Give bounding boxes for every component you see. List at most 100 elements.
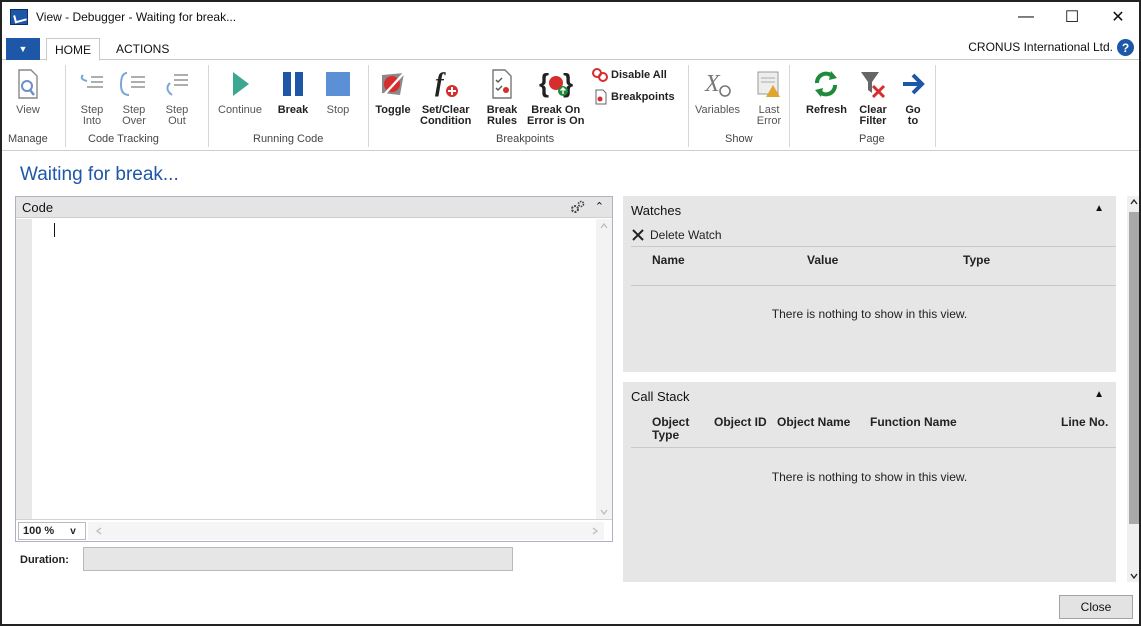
break-on-error-icon: {} bbox=[538, 65, 574, 103]
code-footer: 100 % v bbox=[16, 519, 612, 541]
tab-home[interactable]: HOME bbox=[46, 38, 100, 61]
view-button[interactable]: View bbox=[10, 65, 46, 116]
continue-button[interactable]: Continue bbox=[218, 65, 262, 116]
step-out-button[interactable]: Step Out bbox=[159, 65, 195, 127]
callstack-col-function-name[interactable]: Function Name bbox=[870, 416, 957, 429]
ribbon-separator bbox=[368, 65, 369, 147]
set-clear-label-2: Condition bbox=[420, 115, 472, 127]
minimize-button[interactable]: — bbox=[1003, 2, 1049, 32]
continue-label: Continue bbox=[218, 104, 263, 116]
group-label-page: Page bbox=[859, 133, 885, 145]
divider bbox=[631, 447, 1116, 448]
group-label-running-code: Running Code bbox=[253, 133, 324, 145]
scroll-up-icon[interactable] bbox=[600, 223, 608, 229]
callstack-col-object-type[interactable]: Object Type bbox=[652, 416, 696, 442]
ribbon-separator bbox=[789, 65, 790, 147]
code-editor[interactable] bbox=[16, 219, 612, 519]
arrow-right-icon bbox=[895, 65, 931, 103]
app-icon bbox=[10, 9, 28, 25]
scroll-right-icon[interactable] bbox=[592, 527, 598, 535]
break-rules-button[interactable]: Break Rules bbox=[484, 65, 520, 127]
page-vertical-scrollbar[interactable] bbox=[1127, 196, 1139, 582]
step-into-icon bbox=[74, 65, 110, 103]
callstack-col-line-no[interactable]: Line No. bbox=[1061, 416, 1108, 429]
clear-filter-button[interactable]: Clear Filter bbox=[855, 65, 891, 127]
watches-col-type[interactable]: Type bbox=[963, 254, 990, 267]
title-bar: View - Debugger - Waiting for break... —… bbox=[2, 2, 1139, 32]
break-rules-icon bbox=[484, 65, 520, 103]
ribbon: View Manage Step Into Step Over Step Out bbox=[2, 61, 1139, 151]
collapse-code-icon[interactable]: ⌃ bbox=[595, 200, 604, 213]
divider bbox=[631, 285, 1116, 286]
breakpoints-list-label: Breakpoints bbox=[611, 91, 675, 103]
delete-watch-button[interactable]: Delete Watch bbox=[631, 228, 722, 242]
clear-filter-icon bbox=[855, 65, 891, 103]
code-horizontal-scrollbar[interactable] bbox=[88, 522, 604, 540]
collapse-watches-icon[interactable]: ▲ bbox=[1094, 203, 1104, 214]
settings-gear-icon[interactable] bbox=[570, 200, 586, 214]
step-into-button[interactable]: Step Into bbox=[74, 65, 110, 127]
company-name[interactable]: CRONUS International Ltd. bbox=[968, 40, 1113, 54]
scrollbar-thumb[interactable] bbox=[1129, 212, 1139, 524]
callstack-col-object-name[interactable]: Object Name bbox=[777, 416, 850, 429]
help-icon[interactable]: ? bbox=[1117, 39, 1134, 56]
last-error-button[interactable]: Last Error bbox=[751, 65, 787, 127]
watches-panel: Watches ▲ Delete Watch Name Value Type T… bbox=[623, 196, 1116, 372]
scroll-down-icon[interactable] bbox=[1130, 573, 1138, 579]
step-over-label-2: Over bbox=[122, 115, 146, 127]
last-error-label-2: Error bbox=[756, 115, 782, 127]
watches-title: Watches bbox=[631, 203, 682, 218]
zoom-select[interactable]: 100 % v bbox=[18, 522, 86, 540]
group-label-show: Show bbox=[725, 133, 753, 145]
duration-field bbox=[83, 547, 513, 571]
window-title: View - Debugger - Waiting for break... bbox=[36, 10, 237, 24]
application-menu-button[interactable]: ▼ bbox=[6, 38, 40, 60]
svg-text:{: { bbox=[539, 68, 549, 98]
step-over-button[interactable]: Step Over bbox=[116, 65, 152, 127]
ribbon-separator bbox=[935, 65, 936, 147]
code-panel-header: Code ⌃ bbox=[16, 197, 612, 218]
ribbon-separator bbox=[688, 65, 689, 147]
magnifier-page-icon bbox=[10, 65, 46, 103]
break-label: Break bbox=[277, 104, 309, 116]
call-stack-empty-message: There is nothing to show in this view. bbox=[771, 470, 968, 484]
delete-icon bbox=[632, 229, 644, 241]
disable-all-button[interactable]: Disable All bbox=[592, 68, 667, 82]
collapse-call-stack-icon[interactable]: ▲ bbox=[1094, 389, 1104, 400]
scroll-left-icon[interactable] bbox=[96, 527, 102, 535]
maximize-button[interactable]: ☐ bbox=[1049, 2, 1095, 32]
toggle-button[interactable]: Toggle bbox=[375, 65, 411, 116]
scroll-down-icon[interactable] bbox=[600, 509, 608, 515]
stop-button[interactable]: Stop bbox=[320, 65, 356, 116]
refresh-label: Refresh bbox=[806, 104, 847, 116]
watches-col-value[interactable]: Value bbox=[807, 254, 838, 267]
toggle-breakpoint-icon bbox=[375, 65, 411, 103]
delete-watch-label: Delete Watch bbox=[650, 228, 722, 242]
group-label-manage: Manage bbox=[8, 133, 48, 145]
set-clear-condition-button[interactable]: f Set/Clear Condition bbox=[420, 65, 471, 127]
refresh-button[interactable]: Refresh bbox=[806, 65, 847, 116]
go-to-button[interactable]: Go to bbox=[895, 65, 931, 127]
close-button[interactable]: Close bbox=[1059, 595, 1133, 619]
close-window-button[interactable]: ✕ bbox=[1095, 2, 1139, 32]
variables-icon: X bbox=[700, 65, 736, 103]
zoom-dropdown-icon: v bbox=[70, 525, 76, 537]
view-label: View bbox=[16, 104, 40, 116]
ribbon-separator bbox=[208, 65, 209, 147]
call-stack-panel: Call Stack ▲ Object Type Object ID Objec… bbox=[623, 382, 1116, 582]
ribbon-tabs: ▼ HOME ACTIONS CRONUS International Ltd.… bbox=[2, 36, 1139, 61]
break-rules-label-2: Rules bbox=[487, 115, 517, 127]
play-icon bbox=[222, 65, 258, 103]
code-vertical-scrollbar[interactable] bbox=[596, 219, 612, 519]
pause-icon bbox=[275, 65, 311, 103]
break-on-error-button[interactable]: {} Break On Error is On bbox=[527, 65, 584, 127]
callstack-col-object-id[interactable]: Object ID bbox=[714, 416, 767, 429]
scroll-up-icon[interactable] bbox=[1130, 199, 1138, 205]
code-gutter bbox=[16, 219, 32, 519]
break-button[interactable]: Break bbox=[275, 65, 311, 116]
breakpoints-list-button[interactable]: Breakpoints bbox=[594, 89, 675, 105]
step-into-label-2: Into bbox=[82, 115, 102, 127]
variables-button[interactable]: X Variables bbox=[695, 65, 740, 116]
watches-col-name[interactable]: Name bbox=[652, 254, 685, 267]
tab-actions[interactable]: ACTIONS bbox=[108, 38, 177, 60]
